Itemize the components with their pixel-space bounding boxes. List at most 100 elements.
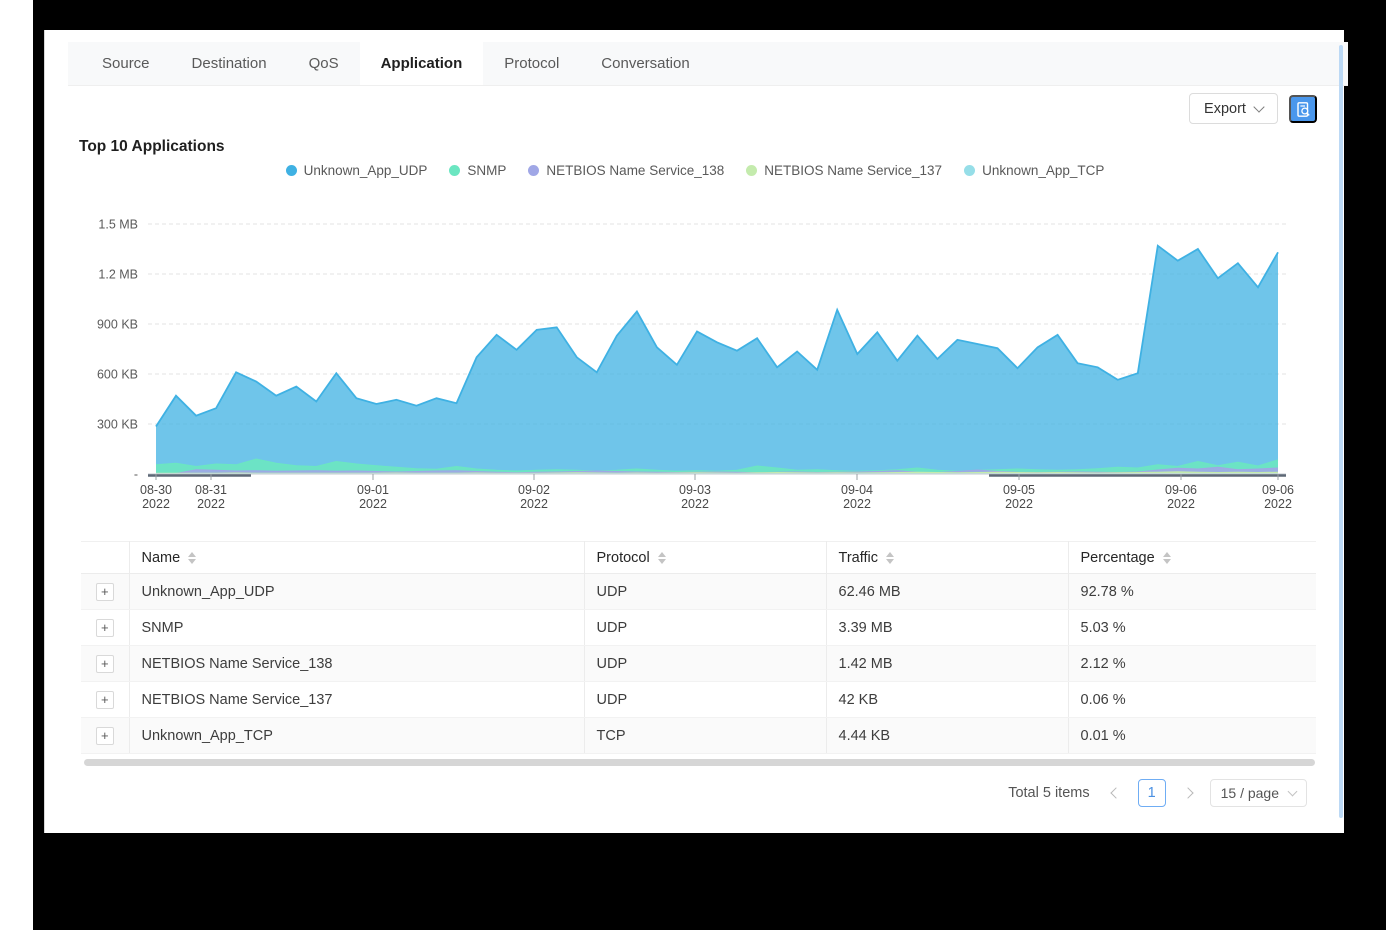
legend-label: NETBIOS Name Service_137 [764, 163, 942, 178]
table-row: +NETBIOS Name Service_138UDP1.42 MB2.12 … [81, 646, 1316, 682]
svg-text:09-06: 09-06 [1165, 483, 1197, 497]
svg-text:2022: 2022 [1005, 497, 1033, 511]
legend-label: NETBIOS Name Service_138 [546, 163, 724, 178]
column-header-name[interactable]: Name [129, 542, 584, 574]
previous-page-button[interactable] [1104, 779, 1128, 807]
table-row: +NETBIOS Name Service_137UDP42 KB0.06 % [81, 682, 1316, 718]
column-header-protocol[interactable]: Protocol [584, 542, 826, 574]
legend-item[interactable]: Unknown_App_TCP [964, 163, 1104, 178]
cell-name: SNMP [129, 610, 584, 646]
legend-item[interactable]: SNMP [449, 163, 506, 178]
cell-traffic: 62.46 MB [826, 574, 1068, 610]
chevron-down-icon [1288, 787, 1298, 797]
column-label: Traffic [839, 550, 878, 566]
legend-dot-icon [528, 165, 539, 176]
legend-item[interactable]: Unknown_App_UDP [286, 163, 428, 178]
cell-name: Unknown_App_UDP [129, 574, 584, 610]
svg-text:09-01: 09-01 [357, 483, 389, 497]
chevron-right-icon [1182, 787, 1193, 798]
column-label: Protocol [597, 550, 650, 566]
svg-text:2022: 2022 [843, 497, 871, 511]
tab-qos[interactable]: QoS [288, 42, 360, 85]
svg-text:600 KB: 600 KB [97, 368, 138, 382]
svg-text:2022: 2022 [681, 497, 709, 511]
tab-protocol[interactable]: Protocol [483, 42, 580, 85]
legend-dot-icon [449, 165, 460, 176]
cell-traffic: 4.44 KB [826, 718, 1068, 754]
export-button-label: Export [1204, 101, 1246, 117]
cell-percentage: 5.03 % [1068, 610, 1316, 646]
cell-name: Unknown_App_TCP [129, 718, 584, 754]
sort-carets-icon [658, 552, 666, 564]
svg-text:08-31: 08-31 [195, 483, 227, 497]
cell-protocol: UDP [584, 574, 826, 610]
svg-text:300 KB: 300 KB [97, 418, 138, 432]
legend-label: Unknown_App_TCP [982, 163, 1104, 178]
cell-protocol: UDP [584, 682, 826, 718]
tab-application[interactable]: Application [360, 42, 484, 85]
svg-text:-: - [134, 468, 138, 482]
svg-text:2022: 2022 [520, 497, 548, 511]
expand-row-button[interactable]: + [96, 691, 114, 709]
document-search-icon [1295, 101, 1312, 118]
cell-protocol: UDP [584, 610, 826, 646]
report-tabbar: SourceDestinationQoSApplicationProtocolC… [68, 42, 1348, 86]
expand-row-button[interactable]: + [96, 583, 114, 601]
svg-text:2022: 2022 [1167, 497, 1195, 511]
page-size-label: 15 / page [1221, 785, 1279, 801]
svg-text:09-02: 09-02 [518, 483, 550, 497]
chevron-left-icon [1110, 787, 1121, 798]
column-header-percentage[interactable]: Percentage [1068, 542, 1316, 574]
expand-row-button[interactable]: + [96, 727, 114, 745]
outer-left-margin [0, 0, 33, 930]
svg-text:09-05: 09-05 [1003, 483, 1035, 497]
sort-carets-icon [1163, 552, 1171, 564]
chart-legend: Unknown_App_UDP SNMP NETBIOS Name Service_… [45, 163, 1345, 178]
column-header-traffic[interactable]: Traffic [826, 542, 1068, 574]
tab-source[interactable]: Source [81, 42, 171, 85]
legend-label: Unknown_App_UDP [304, 163, 428, 178]
cell-percentage: 92.78 % [1068, 574, 1316, 610]
export-button[interactable]: Export [1189, 93, 1278, 124]
column-label: Name [142, 550, 181, 566]
cell-traffic: 42 KB [826, 682, 1068, 718]
cell-percentage: 2.12 % [1068, 646, 1316, 682]
applications-table-head: Name Protocol Traffic Percentage [81, 542, 1316, 574]
page-size-select[interactable]: 15 / page [1210, 779, 1307, 807]
sort-carets-icon [886, 552, 894, 564]
svg-text:09-06: 09-06 [1262, 483, 1294, 497]
page-vertical-scrollbar[interactable] [1339, 45, 1343, 818]
svg-text:09-04: 09-04 [841, 483, 873, 497]
page-number-button[interactable]: 1 [1138, 779, 1166, 807]
tab-conversation[interactable]: Conversation [580, 42, 710, 85]
applications-table-body: +Unknown_App_UDPUDP62.46 MB92.78 %+SNMPU… [81, 574, 1316, 754]
report-panel: 1.5 MB1.2 MB900 KB600 KB300 KB-08-302022… [44, 30, 1344, 833]
next-page-button[interactable] [1176, 779, 1200, 807]
legend-dot-icon [964, 165, 975, 176]
table-horizontal-scrollbar[interactable] [84, 759, 1315, 766]
expand-row-button[interactable]: + [96, 619, 114, 637]
legend-item[interactable]: NETBIOS Name Service_138 [528, 163, 724, 178]
traffic-area-chart: 1.5 MB1.2 MB900 KB600 KB300 KB-08-302022… [45, 30, 1345, 530]
table-row: + SNMPUDP3.39 MB5.03 % [81, 610, 1316, 646]
legend-item[interactable]: NETBIOS Name Service_137 [746, 163, 942, 178]
legend-label: SNMP [467, 163, 506, 178]
svg-text:1.2 MB: 1.2 MB [98, 268, 138, 282]
table-row: + Unknown_App_UDPUDP62.46 MB92.78 % [81, 574, 1316, 610]
expand-row-button[interactable]: + [96, 655, 114, 673]
svg-text:900 KB: 900 KB [97, 318, 138, 332]
tab-destination[interactable]: Destination [171, 42, 288, 85]
applications-table: Name Protocol Traffic Percentage + Unknown_A… [81, 541, 1316, 754]
svg-text:09-03: 09-03 [679, 483, 711, 497]
cell-traffic: 3.39 MB [826, 610, 1068, 646]
column-label: Percentage [1081, 550, 1155, 566]
svg-text:2022: 2022 [1264, 497, 1292, 511]
chevron-down-icon [1253, 101, 1264, 112]
pagination: Total 5 items 1 15 / page [1008, 778, 1307, 808]
report-view-button[interactable] [1289, 95, 1317, 123]
pagination-total: Total 5 items [1008, 785, 1089, 801]
cell-protocol: TCP [584, 718, 826, 754]
cell-traffic: 1.42 MB [826, 646, 1068, 682]
column-header-expand [81, 542, 129, 574]
table-row: +Unknown_App_TCPTCP4.44 KB0.01 % [81, 718, 1316, 754]
